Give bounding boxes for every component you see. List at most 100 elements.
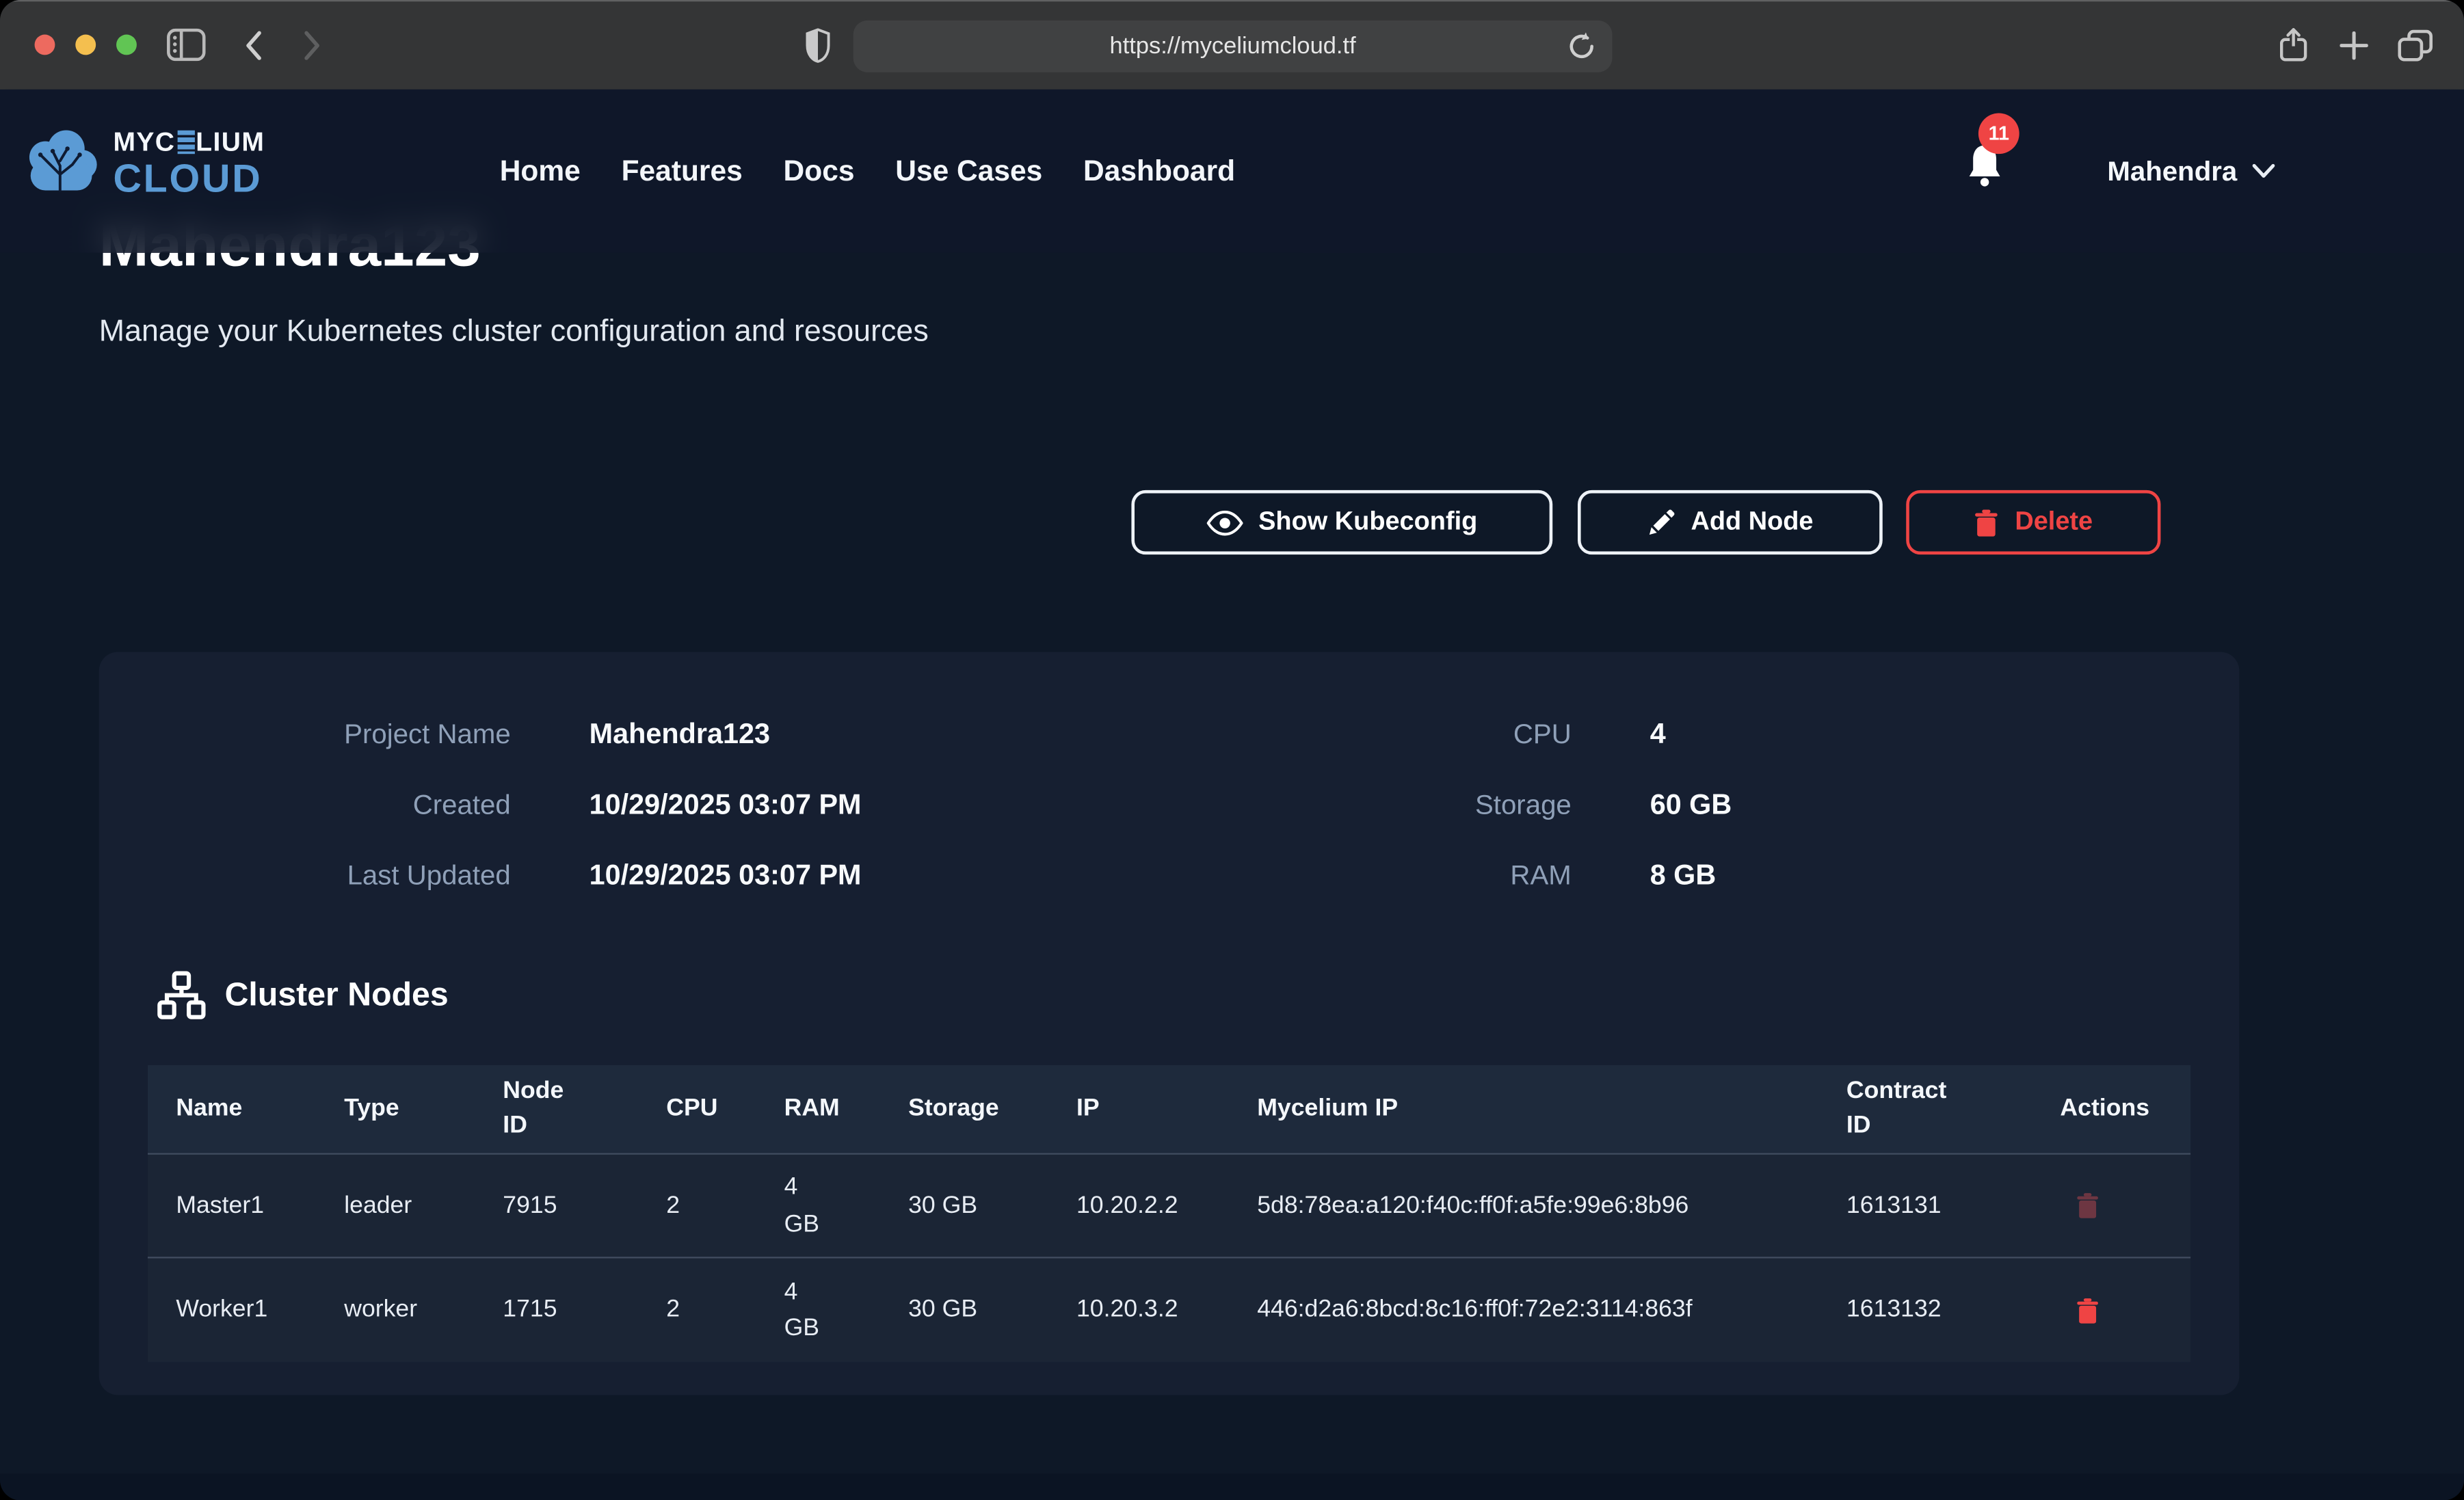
logo-line1-b: LIUM <box>196 128 265 155</box>
node-type: worker <box>344 1292 503 1328</box>
node-storage: 30 GB <box>908 1188 1076 1224</box>
storage-label: Storage <box>1257 788 1572 821</box>
cluster-nodes-title: Cluster Nodes <box>225 976 449 1014</box>
notifications-button[interactable]: 11 <box>1964 142 2017 211</box>
node-ram: 4 GB <box>784 1169 832 1242</box>
hierarchy-icon <box>157 971 206 1019</box>
trash-icon <box>2076 1297 2099 1324</box>
close-button[interactable] <box>35 34 55 54</box>
trash-icon <box>2076 1192 2099 1219</box>
tab-overview-button[interactable] <box>2394 0 2437 90</box>
last-updated-row: Last Updated 10/29/2025 03:07 PM <box>126 840 862 911</box>
show-kubeconfig-button[interactable]: Show Kubeconfig <box>1131 490 1552 554</box>
back-button[interactable] <box>236 0 271 90</box>
node-contract-id: 1613131 <box>1846 1188 2061 1224</box>
chevron-down-icon <box>2251 163 2275 179</box>
nav-link-use-cases[interactable]: Use Cases <box>895 154 1042 189</box>
chevron-left-icon <box>243 29 263 61</box>
node-contract-id: 1613132 <box>1846 1292 2061 1328</box>
new-tab-button[interactable] <box>2333 0 2374 90</box>
node-mycelium-ip: 5d8:78ea:a120:f40c:ff0f:a5fe:99e6:8b96 <box>1257 1188 1688 1224</box>
ram-row: RAM 8 GB <box>1257 840 1732 911</box>
logo-line2: CLOUD <box>113 159 265 198</box>
url-field[interactable]: https://myceliumcloud.tf <box>853 21 1613 72</box>
overview-right-column: CPU 4 Storage 60 GB RAM 8 GB <box>1257 699 1732 911</box>
node-ip: 10.20.3.2 <box>1076 1292 1257 1328</box>
sidebar-icon <box>165 28 204 61</box>
table-row: Master1 leader 7915 2 4 GB 30 GB 10.20.2… <box>148 1155 2190 1259</box>
col-cpu: CPU <box>666 1091 784 1127</box>
col-node-id: Node ID <box>503 1074 581 1144</box>
col-name: Name <box>176 1091 344 1127</box>
shield-icon <box>804 27 830 62</box>
plus-icon <box>2340 31 2368 59</box>
user-name: Mahendra <box>2107 155 2237 187</box>
minimize-button[interactable] <box>75 34 96 54</box>
logo-line1-a: MYC <box>113 128 175 155</box>
nav-link-docs[interactable]: Docs <box>784 154 855 189</box>
sidebar-toggle-button[interactable] <box>162 0 209 90</box>
window-controls <box>35 34 137 54</box>
share-button[interactable] <box>2273 0 2314 90</box>
node-type: leader <box>344 1188 503 1224</box>
cluster-overview-card: Project Name Mahendra123 Created 10/29/2… <box>99 652 2240 1395</box>
cluster-nodes-table: Name Type Node ID CPU RAM Storage IP Myc… <box>148 1065 2190 1362</box>
chevron-right-icon <box>303 29 322 61</box>
project-name-label: Project Name <box>126 718 511 751</box>
privacy-shield-button[interactable] <box>798 0 836 90</box>
mycelium-tree-logo-icon <box>22 127 101 200</box>
eye-icon <box>1206 510 1243 535</box>
node-ram: 4 GB <box>784 1274 832 1347</box>
logo-text: MYC LIUM CLOUD <box>113 128 265 198</box>
col-ram: RAM <box>784 1091 909 1127</box>
reload-button[interactable] <box>1565 30 1598 63</box>
share-icon <box>2278 27 2308 63</box>
delete-cluster-button[interactable]: Delete <box>1906 490 2160 554</box>
page-bottom-band <box>0 1473 2464 1500</box>
col-actions: Actions <box>2060 1091 2190 1127</box>
created-row: Created 10/29/2025 03:07 PM <box>126 770 862 840</box>
delete-label: Delete <box>2015 507 2093 537</box>
node-mycelium-ip: 446:d2a6:8bcd:8c16:ff0f:72e2:3114:863f <box>1257 1292 1692 1328</box>
created-value: 10/29/2025 03:07 PM <box>589 788 862 821</box>
nav-link-dashboard[interactable]: Dashboard <box>1083 154 1235 189</box>
cpu-row: CPU 4 <box>1257 699 1732 770</box>
col-storage: Storage <box>908 1091 1076 1127</box>
notification-count-badge: 11 <box>1978 113 2019 154</box>
delete-node-button[interactable] <box>2076 1192 2099 1219</box>
cpu-label: CPU <box>1257 718 1572 751</box>
ram-label: RAM <box>1257 859 1572 892</box>
site-navbar: MYC LIUM CLOUD Home Features Docs Use Cas… <box>0 90 2464 253</box>
node-name: Worker1 <box>176 1292 344 1328</box>
col-mycelium-ip: Mycelium IP <box>1257 1091 1846 1127</box>
add-node-label: Add Node <box>1691 507 1814 537</box>
logo-letter-e-icon <box>177 130 194 153</box>
url-text: https://myceliumcloud.tf <box>1110 33 1356 59</box>
nav-link-features[interactable]: Features <box>622 154 743 189</box>
add-node-button[interactable]: Add Node <box>1578 490 1883 554</box>
storage-row: Storage 60 GB <box>1257 770 1732 840</box>
ram-value: 8 GB <box>1650 859 1717 892</box>
zoom-button[interactable] <box>116 34 137 54</box>
cluster-nodes-heading: Cluster Nodes <box>157 971 449 1019</box>
node-cpu: 2 <box>666 1188 784 1224</box>
nav-link-home[interactable]: Home <box>500 154 581 189</box>
created-label: Created <box>126 788 511 821</box>
delete-node-button[interactable] <box>2076 1297 2099 1324</box>
node-cpu: 2 <box>666 1292 784 1328</box>
site-logo[interactable]: MYC LIUM CLOUD <box>22 127 265 200</box>
col-type: Type <box>344 1091 503 1127</box>
page-subtitle: Manage your Kubernetes cluster configura… <box>99 314 929 351</box>
node-id: 7915 <box>503 1188 666 1224</box>
node-name: Master1 <box>176 1188 344 1224</box>
browser-toolbar: https://myceliumcloud.tf <box>0 0 2464 90</box>
screenshot-stage: https://myceliumcloud.tf <box>0 0 2464 1500</box>
pencil-icon <box>1647 508 1675 536</box>
storage-value: 60 GB <box>1650 788 1732 821</box>
user-menu[interactable]: Mahendra <box>2107 90 2275 253</box>
cpu-value: 4 <box>1650 718 1666 751</box>
node-ip: 10.20.2.2 <box>1076 1188 1257 1224</box>
project-name-value: Mahendra123 <box>589 718 770 751</box>
last-updated-label: Last Updated <box>126 859 511 892</box>
forward-button[interactable] <box>295 0 330 90</box>
